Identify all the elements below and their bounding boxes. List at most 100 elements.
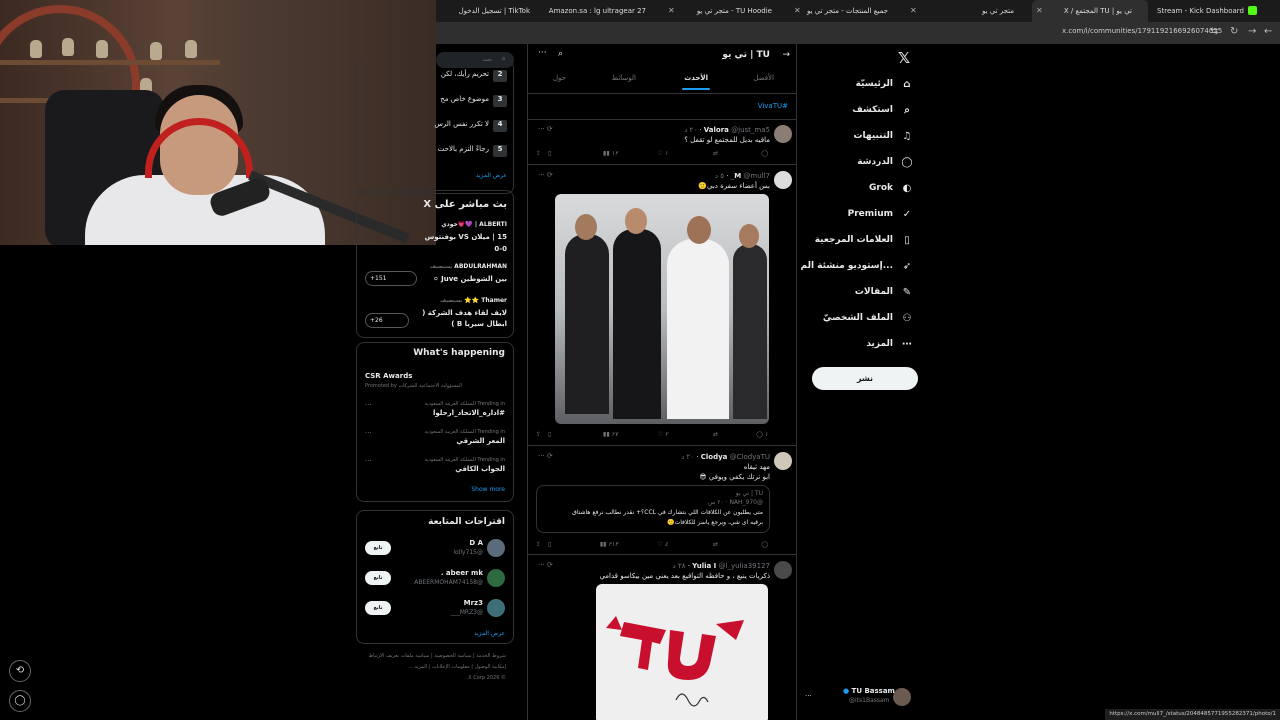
nav-bookmarks[interactable]: ▯ العلامات المرجعية [815,230,913,250]
bookmark-button[interactable]: ▯ [548,541,551,548]
tab-tu-hoodie[interactable]: TU Hoodie - متجر تي يو ✕ [664,0,788,22]
follow-button[interactable]: تابع [365,541,391,555]
more-icon[interactable]: ··· [538,48,547,58]
footer-link[interactable]: إمكانية الوصول | معلومات الإعلانات | الم… [408,664,506,670]
close-tab-icon[interactable]: ✕ [794,0,801,22]
avatar[interactable] [487,599,505,617]
show-more-link[interactable]: عرض المزيد [474,630,505,637]
quote-tweet[interactable]: TU | تي يو @NAH_970 · ٢٠ س متى يطلبون عن… [536,485,770,533]
share-button[interactable]: ⇪ [536,541,541,548]
extensions-icon[interactable]: ⇆ [1210,26,1218,37]
footer-link[interactable]: شروط الخدمة | سياسة الخصوصية | سياسة ملف… [369,653,506,659]
close-tab-icon[interactable]: ✕ [668,0,675,22]
rule-item[interactable]: 2تحريم رأيك، لكن [441,70,507,82]
bookmark-button[interactable]: ▯ [548,431,551,438]
avatar[interactable] [487,539,505,557]
reply-button[interactable]: ◯ ١ [756,431,768,438]
more-icon[interactable]: ··· [365,457,372,465]
url-field[interactable]: x.com/i/communities/1791192166926074025 [1062,27,1222,35]
retweet-button[interactable]: ⇄ [713,431,718,438]
trend-item[interactable]: #اداره_الاتحاد_ارحلوا [433,409,505,417]
more-icon[interactable]: ··· ⟳ [538,125,553,133]
back-icon[interactable]: ← [1264,26,1272,37]
nav-home[interactable]: ⌂ الرئيسيّة [856,74,913,94]
trend-item[interactable]: الجواب الكافي [455,465,505,473]
nav-chat[interactable]: ◯ الدردشة [857,152,913,172]
tab-media[interactable]: الوسائط [612,74,636,82]
tab-x-community[interactable]: تي يو | TU المجتمع / X ✕ [1032,0,1148,22]
trend-item[interactable]: المعر الشرقي [456,437,505,445]
reply-button[interactable]: ◯ [761,541,768,548]
retweet-button[interactable]: ⇄ [713,150,718,157]
tweet-author[interactable]: M @mull7_ · ٥ د [715,172,770,180]
post-button[interactable]: نشر [812,367,918,390]
tab-latest[interactable]: الأحدث [682,74,710,90]
close-tab-icon[interactable]: ✕ [910,0,917,22]
follow-button[interactable]: تابع [365,571,391,585]
avatar[interactable] [774,171,792,189]
more-icon[interactable]: ··· ⟳ [538,561,553,569]
follow-name[interactable]: Mrz3 [464,599,483,607]
tweet-photo[interactable] [596,584,768,720]
avatar[interactable] [774,561,792,579]
like-button[interactable]: ♡ ٢ [657,431,668,438]
tab-top[interactable]: الأفضل [753,74,774,82]
bookmark-button[interactable]: ▯ [548,150,551,157]
back-arrow-icon[interactable]: → [782,50,790,60]
tweet-photo[interactable] [555,194,769,424]
views-count[interactable]: ▮▮ ٢٧ [603,431,618,438]
avatar[interactable] [774,125,792,143]
like-button[interactable]: ♡ ٤ [657,541,668,548]
rule-item[interactable]: 5رجاءً التزم بالاحت [438,145,507,157]
nav-profile[interactable]: ⚇ الملف الشخصيّ [823,308,913,328]
nav-grok[interactable]: ◐ Grok [869,178,913,198]
rule-item[interactable]: 4لا تكرر نفس الرس [434,120,507,132]
live-title-text[interactable]: لايف لقاء هدف الشركة ( [422,309,507,317]
reload-icon[interactable]: ↻ [1230,26,1238,37]
tweet-author[interactable]: Clodya @ClodyaTU · ٢٠ د [681,453,770,461]
views-count[interactable]: ▮▮ ١٢ [603,150,618,157]
grok-float-icon[interactable]: ⟲ [9,660,31,682]
follow-name[interactable]: D A [469,539,483,547]
tweet-author[interactable]: Yulia I @l_yulia39127 · ٢٨ د [673,562,770,570]
reply-button[interactable]: ◯ [761,150,768,157]
account-switcher[interactable]: ● TU Bassam @its1Bassam ... [797,684,937,714]
live-title-text[interactable]: بين الشوطين Juve ⚪ [433,275,507,283]
show-more-link[interactable]: Show more [471,486,505,493]
tweet[interactable]: Clodya @ClodyaTU · ٢٠ د مهد ثيقاه ابو تر… [528,447,796,555]
search-icon[interactable]: ⌕ [558,49,563,59]
nav-premium[interactable]: ✓ Premium [848,204,913,224]
promo-title[interactable]: CSR Awards [365,372,412,380]
share-button[interactable]: ⇪ [536,150,541,157]
avatar[interactable] [774,452,792,470]
messages-float-icon[interactable]: ◯ [9,690,31,712]
tab-about[interactable]: حول [553,74,566,82]
tab-tiktok[interactable]: TikTok | تسجيل الدخول [438,0,546,22]
more-icon[interactable]: ··· [365,429,372,437]
tweet[interactable]: M @mull7_ · ٥ د بس أعضاء سفرة دبي🙂 ··· ⟳… [528,166,796,446]
tab-kick-dashboard[interactable]: Stream - Kick Dashboard [1150,0,1260,22]
forward-icon[interactable]: → [1248,26,1256,37]
nav-articles[interactable]: ✎ المقالات [855,282,913,302]
avatar[interactable] [487,569,505,587]
more-icon[interactable]: ··· ⟳ [538,452,553,460]
tab-amazon[interactable]: Amazon.sa : lg ultragear 27 [548,0,662,22]
more-icon[interactable]: ··· ⟳ [538,171,553,179]
rule-item[interactable]: 3موضوع خاص مح [440,95,507,107]
nav-explore[interactable]: ⌕ استكشف [852,100,913,120]
share-button[interactable]: ⇪ [536,431,541,438]
live-listeners-badge[interactable]: +26 [365,313,409,328]
views-count[interactable]: ▮▮ ٢١٣ [600,541,618,548]
close-tab-icon[interactable]: ✕ [1036,0,1043,22]
live-listeners-badge[interactable]: +151 [365,271,417,286]
nav-more[interactable]: ⋯ المزيد [866,334,913,354]
follow-button[interactable]: تابع [365,601,391,615]
live-title-text[interactable]: 15 | ميلان VS بوفنتوس [425,233,507,241]
follow-name[interactable]: abeer mk . [441,569,483,577]
tweet-author[interactable]: Valora @just_ma5 · ٢٠ د [684,126,770,134]
community-hashtag[interactable]: #VivaTU [758,102,788,110]
x-logo-icon[interactable]: 𝕏 [898,49,910,67]
like-button[interactable]: ♡ ١ [657,150,668,157]
tab-tu-products[interactable]: جميع المنتجات - متجر تي يو ✕ [790,0,904,22]
profile-more-icon[interactable]: ... [805,690,812,698]
